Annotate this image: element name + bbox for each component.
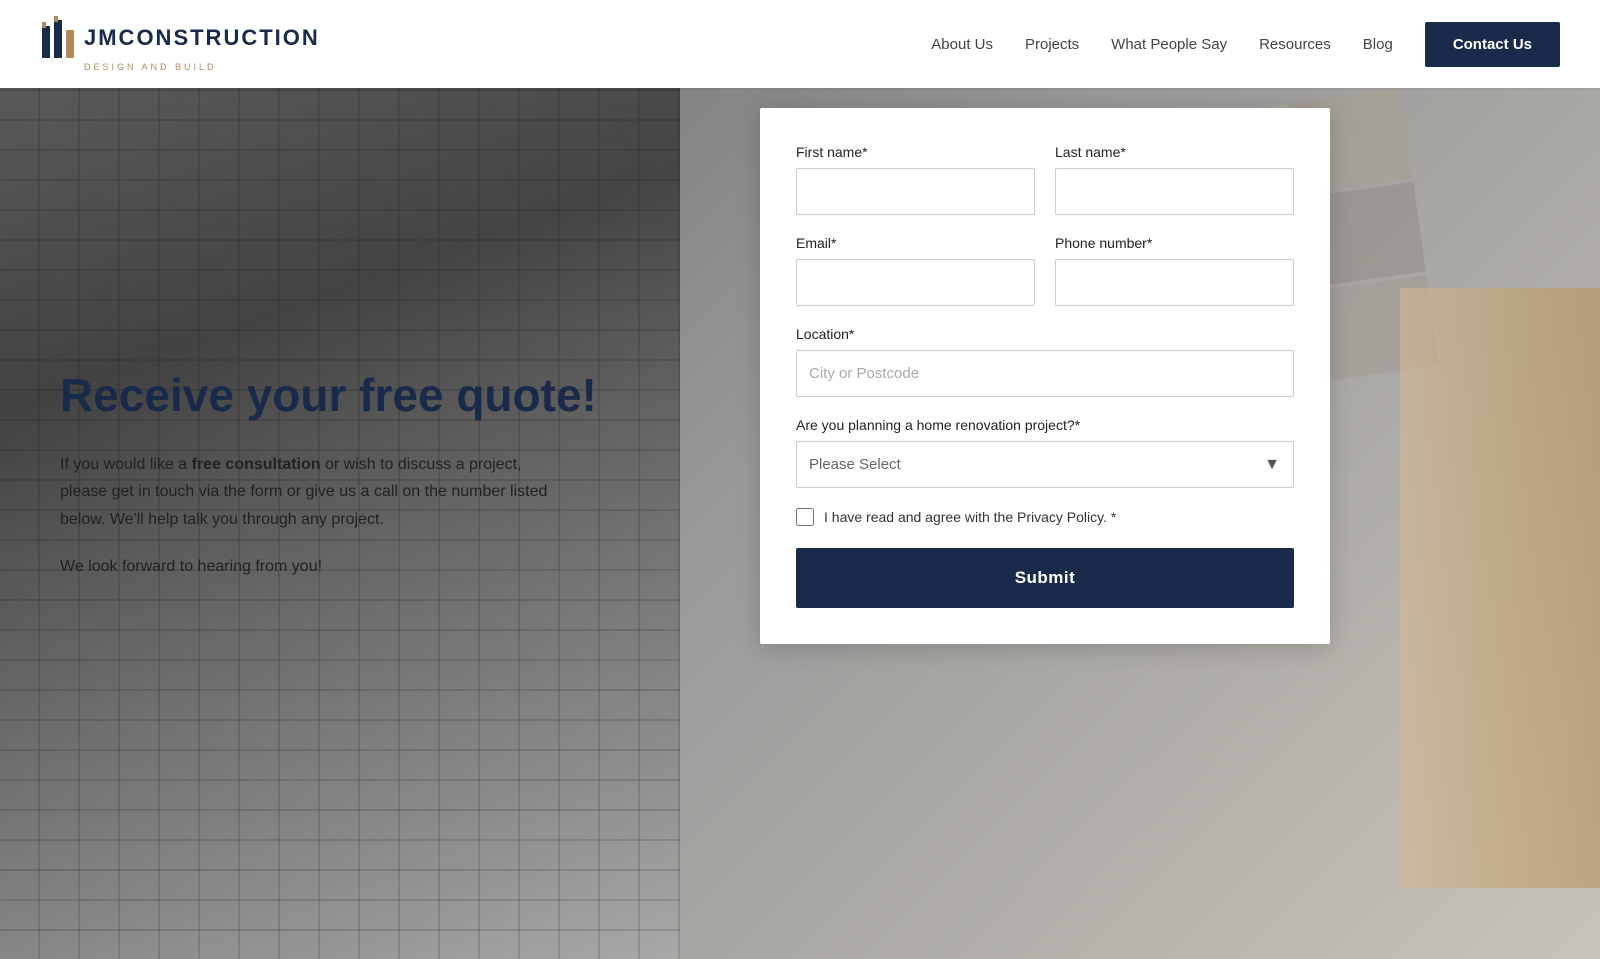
hero-body-p2: We look forward to hearing from you! [60,553,560,580]
privacy-row: I have read and agree with the Privacy P… [796,508,1294,526]
first-name-label: First name* [796,144,1035,160]
last-name-label: Last name* [1055,144,1294,160]
hero-body: If you would like a free consultation or… [60,451,560,580]
contact-form-panel: First name* Last name* Email* Phone numb… [760,108,1330,644]
logo-text: JMCONSTRUCTION [40,16,320,60]
renovation-select-wrapper: Please Select Yes No Maybe ▼ [796,441,1294,488]
hero-bold: free consultation [192,456,321,473]
header: JMCONSTRUCTION DESIGN AND BUILD About Us… [0,0,1600,88]
logo-name: JMCONSTRUCTION [84,25,320,51]
submit-button[interactable]: Submit [796,548,1294,608]
renovation-label: Are you planning a home renovation proje… [796,417,1294,433]
renovation-select[interactable]: Please Select Yes No Maybe [796,441,1294,488]
location-label: Location* [796,326,1294,342]
logo-icon [40,16,76,60]
nav-projects[interactable]: Projects [1025,36,1079,53]
hero-section: Receive your free quote! If you would li… [0,88,1600,959]
hero-content: Receive your free quote! If you would li… [0,88,1600,959]
first-name-input[interactable] [796,168,1035,215]
email-group: Email* [796,235,1035,306]
contact-us-button[interactable]: Contact Us [1425,22,1560,67]
name-row: First name* Last name* [796,144,1294,215]
hero-headline: Receive your free quote! [60,368,720,423]
phone-input[interactable] [1055,259,1294,306]
nav-resources[interactable]: Resources [1259,36,1331,53]
first-name-group: First name* [796,144,1035,215]
privacy-label: I have read and agree with the Privacy P… [824,509,1116,525]
nav-about[interactable]: About Us [931,36,993,53]
renovation-row: Are you planning a home renovation proje… [796,417,1294,488]
location-group: Location* [796,326,1294,397]
nav-blog[interactable]: Blog [1363,36,1393,53]
logo-subtitle: DESIGN AND BUILD [84,62,217,72]
hero-body-p1: If you would like a free consultation or… [60,451,560,533]
location-row: Location* [796,326,1294,397]
contact-row: Email* Phone number* [796,235,1294,306]
last-name-group: Last name* [1055,144,1294,215]
last-name-input[interactable] [1055,168,1294,215]
email-label: Email* [796,235,1035,251]
email-input[interactable] [796,259,1035,306]
hero-text: Receive your free quote! If you would li… [60,88,720,580]
phone-group: Phone number* [1055,235,1294,306]
logo-area: JMCONSTRUCTION DESIGN AND BUILD [40,16,320,72]
renovation-group: Are you planning a home renovation proje… [796,417,1294,488]
nav-testimonials[interactable]: What People Say [1111,36,1227,53]
main-nav: About Us Projects What People Say Resour… [931,22,1560,67]
phone-label: Phone number* [1055,235,1294,251]
privacy-checkbox[interactable] [796,508,814,526]
location-input[interactable] [796,350,1294,397]
